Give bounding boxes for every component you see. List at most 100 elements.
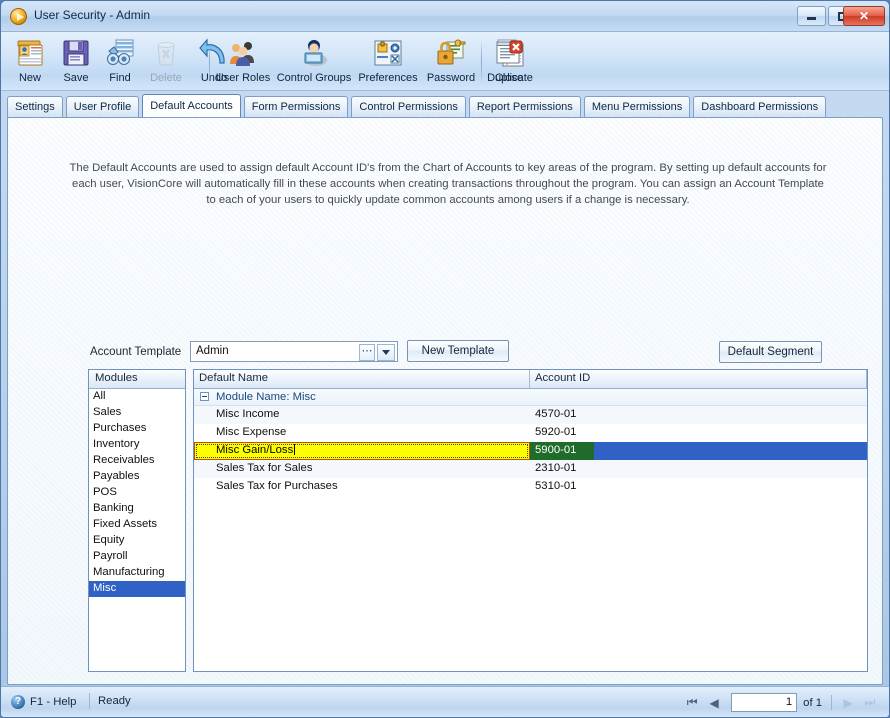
first-page-button[interactable]: ⏮ [681, 692, 703, 713]
module-label: Misc [93, 582, 117, 594]
toolbar-button-find[interactable]: Find [99, 34, 141, 89]
tab-strip: Settings User Profile Default Accounts F… [7, 94, 883, 117]
trash-can-icon [150, 37, 182, 69]
panel-description: The Default Accounts are used to assign … [69, 162, 827, 206]
toolbar-label-save: Save [63, 72, 89, 84]
help-hint[interactable]: ? F1 - Help [11, 695, 76, 709]
table-row[interactable]: Sales Tax for Sales 2310-01 [194, 460, 867, 478]
user-computer-icon [298, 37, 330, 69]
floppy-disk-icon [60, 37, 92, 69]
table-row[interactable]: Misc Expense 5920-01 [194, 424, 867, 442]
text-caret [294, 444, 296, 455]
minimize-button[interactable] [797, 6, 826, 26]
module-label: Receivables [93, 454, 155, 466]
tab-dashboard-permissions[interactable]: Dashboard Permissions [693, 96, 827, 117]
account-template-combo[interactable]: Admin ⋯ [190, 341, 398, 362]
table-row-selected[interactable]: Misc Gain/Loss 5900-01 [194, 442, 867, 460]
module-label: Equity [93, 534, 125, 546]
module-item-pos[interactable]: POS [89, 485, 185, 501]
grid-group-row[interactable]: Module Name: Misc [194, 389, 867, 406]
default-segment-button[interactable]: Default Segment [719, 341, 822, 363]
cell-default-name[interactable]: Sales Tax for Purchases [194, 478, 530, 496]
table-row[interactable]: Misc Income 4570-01 [194, 406, 867, 424]
next-page-button[interactable]: ▶ [837, 692, 859, 713]
column-header-account-id[interactable]: Account ID [530, 370, 867, 389]
module-item-receivables[interactable]: Receivables [89, 453, 185, 469]
toolbar-button-user-roles[interactable]: User Roles [213, 34, 273, 89]
new-template-label: New Template [421, 345, 495, 357]
status-bar: ? F1 - Help Ready ⏮ ◀ 1 of 1 ▶ ⏭ [1, 686, 889, 717]
module-item-payables[interactable]: Payables [89, 469, 185, 485]
toolbar-label-preferences: Preferences [358, 72, 418, 84]
toolbar-button-close[interactable]: Close [486, 34, 532, 89]
column-header-default-name[interactable]: Default Name [194, 370, 530, 389]
cell-default-name[interactable]: Misc Expense [194, 424, 530, 442]
module-item-equity[interactable]: Equity [89, 533, 185, 549]
module-label: Purchases [93, 422, 147, 434]
toolbar-label-user-roles: User Roles [215, 72, 271, 84]
tab-label: User Profile [73, 101, 132, 113]
toolbar-label-new: New [18, 72, 41, 84]
module-item-inventory[interactable]: Inventory [89, 437, 185, 453]
cell-account-id[interactable]: 4570-01 [530, 406, 867, 424]
module-label: POS [93, 486, 117, 498]
tab-user-profile[interactable]: User Profile [65, 96, 140, 117]
module-item-misc[interactable]: Misc [89, 581, 185, 597]
status-text: Ready [98, 695, 131, 707]
tab-label: Form Permissions [251, 101, 341, 113]
previous-page-button[interactable]: ◀ [703, 692, 725, 713]
toolbar-button-control-groups[interactable]: Control Groups [273, 34, 355, 89]
tab-control-permissions[interactable]: Control Permissions [351, 96, 466, 117]
module-label: All [93, 390, 106, 402]
toolbar-button-save[interactable]: Save [53, 34, 99, 89]
modules-list-panel: Modules All Sales Purchases Inventory Re… [88, 369, 186, 672]
account-template-label: Account Template [90, 346, 182, 358]
tab-default-accounts[interactable]: Default Accounts [142, 94, 241, 117]
tab-report-permissions[interactable]: Report Permissions [468, 96, 581, 117]
cell-account-id-selected[interactable]: 5900-01 [530, 442, 594, 460]
title-bar: User Security - Admin ✕ [1, 1, 889, 32]
toolbar-button-password[interactable]: Password [421, 34, 481, 89]
account-template-lookup-button[interactable]: ⋯ [359, 344, 375, 361]
module-item-fixed-assets[interactable]: Fixed Assets [89, 517, 185, 533]
toolbar-button-preferences[interactable]: Preferences [355, 34, 421, 89]
module-item-payroll[interactable]: Payroll [89, 549, 185, 565]
cell-account-id[interactable]: 2310-01 [530, 460, 867, 478]
grid-header-row: Default Name Account ID [194, 370, 867, 389]
help-label: F1 - Help [30, 696, 77, 708]
padlock-key-icon [435, 37, 467, 69]
module-item-banking[interactable]: Banking [89, 501, 185, 517]
cell-account-id[interactable]: 5310-01 [530, 478, 867, 496]
page-number-input[interactable]: 1 [731, 693, 798, 712]
collapse-icon[interactable] [200, 392, 209, 401]
last-page-button[interactable]: ⏭ [859, 692, 881, 713]
module-item-purchases[interactable]: Purchases [89, 421, 185, 437]
cell-default-name-editing[interactable]: Misc Gain/Loss [194, 442, 530, 460]
toolbar-button-new[interactable]: New [7, 34, 53, 89]
toolbar-button-delete[interactable]: Delete [141, 34, 191, 89]
close-icon: ✕ [858, 9, 870, 23]
account-template-value: Admin [196, 345, 229, 357]
cell-default-name[interactable]: Sales Tax for Sales [194, 460, 530, 478]
binoculars-icon [104, 37, 136, 69]
close-window-button[interactable]: ✕ [843, 6, 885, 26]
table-row[interactable]: Sales Tax for Purchases 5310-01 [194, 478, 867, 496]
module-item-manufacturing[interactable]: Manufacturing [89, 565, 185, 581]
new-record-icon [14, 37, 46, 69]
tab-menu-permissions[interactable]: Menu Permissions [583, 96, 691, 117]
new-template-button[interactable]: New Template [407, 340, 509, 362]
tab-label: Menu Permissions [591, 101, 683, 113]
module-item-sales[interactable]: Sales [89, 405, 185, 421]
tab-label: Control Permissions [359, 101, 458, 113]
toolbar-label-close: Close [494, 72, 524, 84]
module-item-all[interactable]: All [89, 389, 185, 405]
tab-settings[interactable]: Settings [7, 96, 63, 117]
tab-form-permissions[interactable]: Form Permissions [243, 96, 349, 117]
cell-account-id[interactable]: 5920-01 [530, 424, 867, 442]
chevron-down-icon[interactable] [377, 344, 395, 361]
cell-default-name[interactable]: Misc Income [194, 406, 530, 424]
grid-group-label: Module Name: Misc [216, 391, 316, 403]
module-label: Sales [93, 406, 122, 418]
pager-separator [831, 695, 832, 710]
window-title: User Security - Admin [34, 8, 151, 22]
